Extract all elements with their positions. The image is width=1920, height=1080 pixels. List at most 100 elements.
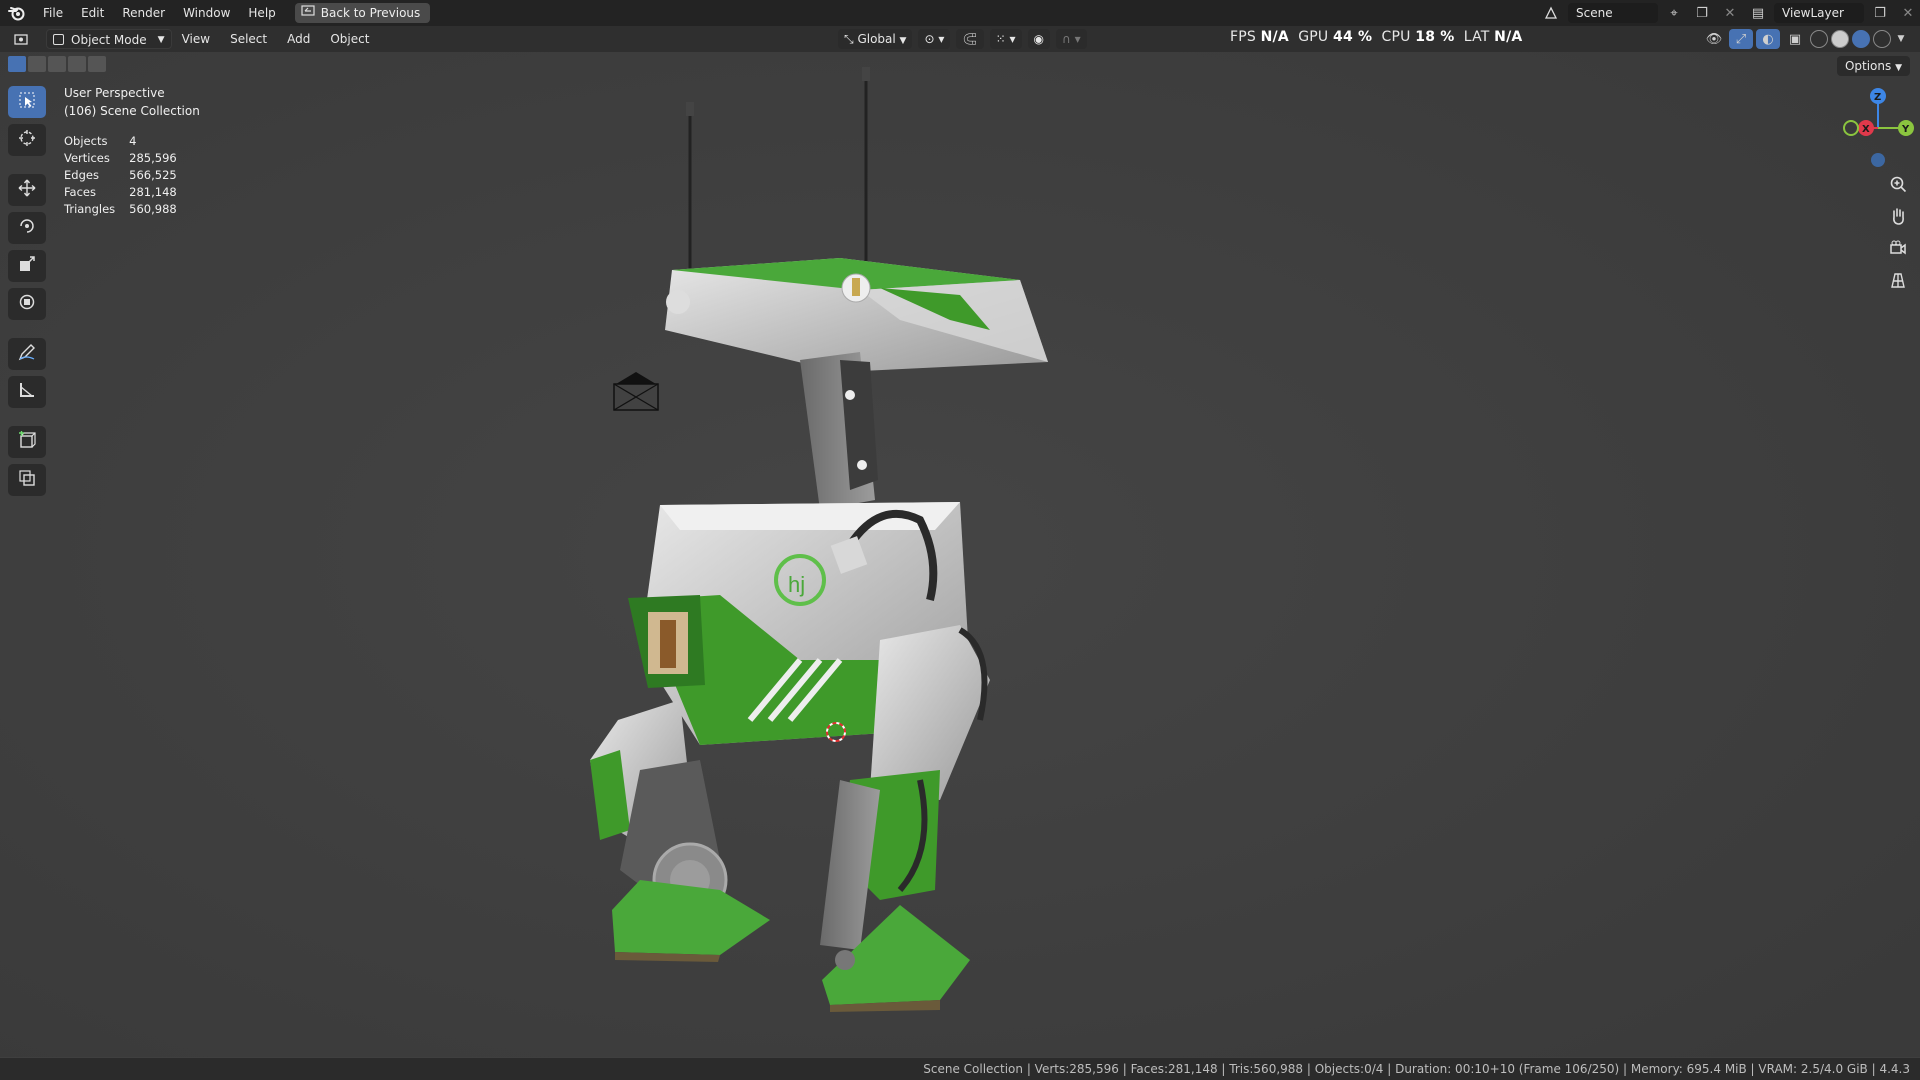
solid-shading-icon[interactable] — [1831, 30, 1849, 48]
rotate-tool[interactable] — [8, 212, 46, 244]
transform-orientation-dropdown[interactable]: ⤡ Global ▼ — [838, 29, 913, 49]
editor-type-icon[interactable] — [10, 29, 34, 49]
snap-toggle[interactable]: 🧲︎ — [956, 29, 984, 49]
rotate-icon — [18, 217, 36, 239]
object-mode-label: Object Mode — [71, 33, 147, 47]
gizmo-x-label: X — [1862, 124, 1870, 135]
object-mode-dropdown[interactable]: Object Mode ▼ — [46, 29, 172, 49]
xray-toggle-icon[interactable]: ▣ — [1783, 29, 1807, 49]
blender-logo-icon[interactable] — [0, 0, 34, 26]
stat-label: Edges — [64, 167, 99, 182]
collection-label: (106) Scene Collection — [64, 104, 200, 118]
select-invert-icon[interactable] — [68, 56, 86, 72]
options-dropdown[interactable]: Options ▼ — [1836, 56, 1910, 76]
fps-value: N/A — [1260, 29, 1289, 45]
rendered-shading-icon[interactable] — [1873, 30, 1891, 48]
gizmo-toggle-icon[interactable]: ⤢ — [1729, 29, 1753, 49]
select-extend-icon[interactable] — [28, 56, 46, 72]
stat-row-triangles: Triangles 560,988 — [64, 200, 191, 217]
measure-tool[interactable] — [8, 376, 46, 408]
stat-row-objects: Objects 4 — [64, 132, 191, 149]
menu-file[interactable]: File — [34, 0, 72, 26]
select-box-tool[interactable] — [8, 86, 46, 118]
pivot-point-dropdown[interactable]: ⊙ ▾ — [918, 29, 951, 49]
stat-label: Objects — [64, 133, 108, 148]
menu-edit[interactable]: Edit — [72, 0, 113, 26]
ruler-icon — [18, 381, 36, 403]
lat-label: LAT — [1463, 29, 1490, 45]
gpu-value: 44 % — [1333, 29, 1373, 45]
select-intersect-icon[interactable] — [88, 56, 106, 72]
menu-render[interactable]: Render — [113, 0, 174, 26]
status-bar-text: Scene Collection | Verts:285,596 | Faces… — [923, 1062, 1910, 1076]
viewport-header: Object Mode ▼ View Select Add Object ⤡ G… — [0, 26, 1920, 52]
crosshair-icon — [18, 129, 36, 151]
overlays-toggle-icon[interactable]: ◐ — [1756, 29, 1780, 49]
gizmo-y-label: Y — [1901, 124, 1910, 135]
remove-scene-icon[interactable]: ✕ — [1718, 3, 1742, 23]
move-arrows-icon — [18, 179, 36, 201]
annotate-tool[interactable] — [8, 338, 46, 370]
move-tool[interactable] — [8, 174, 46, 206]
new-view-layer-icon[interactable]: ❐ — [1868, 3, 1892, 23]
navigation-gizmo[interactable]: Z Y X — [1810, 82, 1920, 172]
scale-icon — [18, 255, 36, 277]
viewport-text-info: User Perspective (106) Scene Collection … — [64, 86, 200, 217]
new-scene-icon[interactable]: ❐ — [1690, 3, 1714, 23]
cpu-value: 18 % — [1415, 29, 1455, 45]
robot-model-render: hj — [0, 52, 1920, 1057]
pin-icon[interactable]: ⌖ — [1662, 3, 1686, 23]
proportional-falloff-dropdown[interactable]: ∩ ▾ — [1056, 29, 1087, 49]
orientation-icon: ⤡ — [844, 32, 854, 46]
zoom-icon[interactable] — [1886, 172, 1910, 196]
proportional-edit-toggle[interactable]: ◉ — [1027, 29, 1050, 49]
performance-stats: FPS N/A GPU 44 % CPU 18 % LAT N/A — [1230, 29, 1522, 45]
scene-name-field[interactable]: Scene — [1568, 3, 1658, 23]
stat-value: 566,525 — [129, 167, 177, 182]
view-name-label: User Perspective — [64, 86, 165, 100]
add-cube-icon — [18, 431, 36, 453]
select-subtract-icon[interactable] — [48, 56, 66, 72]
material-preview-shading-icon[interactable] — [1852, 30, 1870, 48]
scene-selector-icon[interactable] — [1540, 3, 1564, 23]
chevron-down-icon: ▼ — [1895, 63, 1902, 73]
snap-target-dropdown[interactable]: ⁙ ▾ — [989, 29, 1022, 49]
cube-duplicate-icon — [18, 469, 36, 491]
menu-select[interactable]: Select — [220, 32, 277, 46]
stat-label: Triangles — [64, 201, 116, 216]
transform-orientation-label: Global — [857, 32, 896, 46]
spin-duplicate-tool[interactable] — [8, 464, 46, 496]
cursor-tool[interactable] — [8, 124, 46, 156]
gizmo-z-label: Z — [1874, 92, 1881, 103]
menu-window[interactable]: Window — [174, 0, 239, 26]
view-layer-icon[interactable]: ▤ — [1746, 3, 1770, 23]
select-new-icon[interactable] — [8, 56, 26, 72]
add-cube-tool[interactable] — [8, 426, 46, 458]
camera-view-icon[interactable] — [1886, 236, 1910, 260]
perspective-grid-icon[interactable] — [1886, 268, 1910, 292]
menu-view[interactable]: View — [172, 32, 220, 46]
menu-object[interactable]: Object — [320, 32, 379, 46]
wireframe-shading-icon[interactable] — [1810, 30, 1828, 48]
visibility-eye-icon[interactable]: 👁︎ — [1702, 29, 1726, 49]
shading-options-chevron-icon[interactable]: ▼ — [1894, 29, 1908, 49]
scale-tool[interactable] — [8, 250, 46, 282]
transform-icon — [18, 293, 36, 315]
stat-row-faces: Faces 281,148 — [64, 183, 191, 200]
menu-help[interactable]: Help — [239, 0, 284, 26]
transform-tools: ⤡ Global ▼ ⊙ ▾ 🧲︎ ⁙ ▾ ◉ ∩ ▾ — [838, 29, 1087, 49]
chevron-down-icon: ▼ — [157, 35, 165, 45]
3d-viewport[interactable]: hj — [0, 52, 1920, 1057]
stat-row-edges: Edges 566,525 — [64, 166, 191, 183]
cpu-label: CPU — [1381, 29, 1411, 45]
menu-add[interactable]: Add — [277, 32, 320, 46]
remove-view-layer-icon[interactable]: ✕ — [1896, 3, 1920, 23]
back-screen-icon — [301, 3, 315, 23]
tool-shelf — [8, 86, 46, 496]
transform-tool[interactable] — [8, 288, 46, 320]
view-layer-field[interactable]: ViewLayer — [1774, 3, 1864, 23]
cursor-arrow-icon — [18, 91, 36, 113]
back-to-previous-button[interactable]: Back to Previous — [294, 3, 431, 23]
pan-hand-icon[interactable] — [1886, 204, 1910, 228]
stat-value: 281,148 — [129, 184, 177, 199]
